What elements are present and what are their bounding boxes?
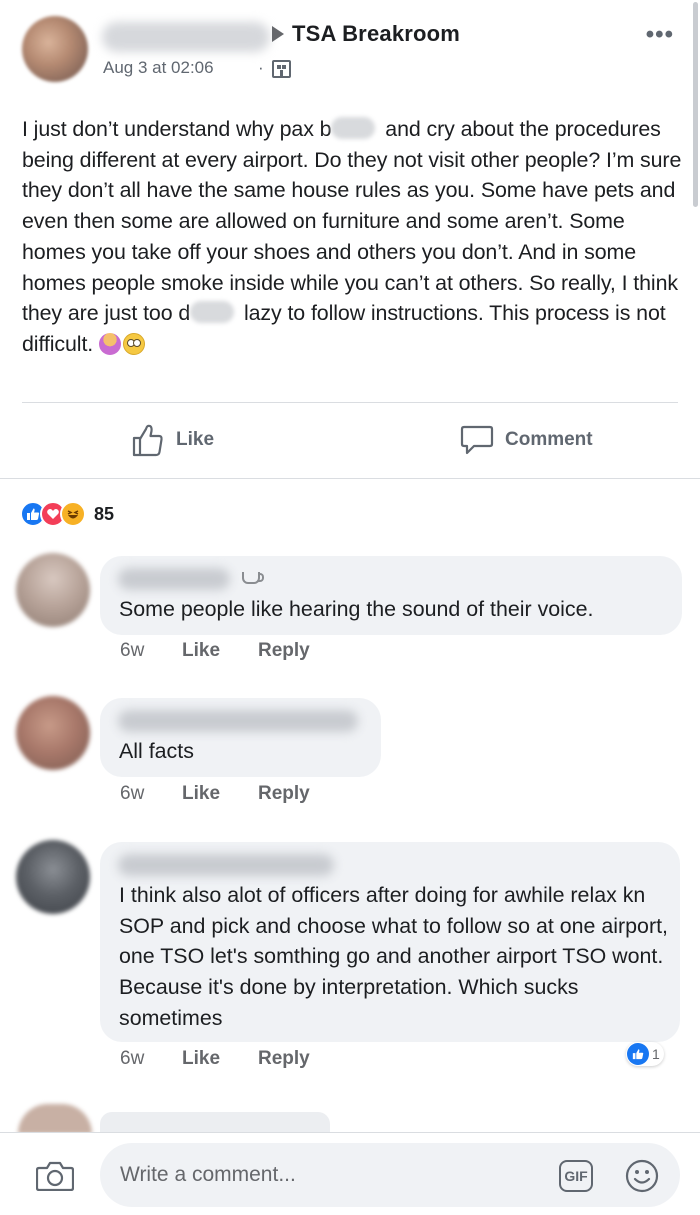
comment-bubble: Some people like hearing the sound of th…: [100, 556, 682, 635]
censored-word: [331, 117, 376, 139]
comment-bubble: I think also alot of officers after doin…: [100, 842, 680, 1042]
group-name-link[interactable]: TSA Breakroom: [292, 21, 460, 47]
divider: [22, 402, 678, 403]
comment-time[interactable]: 6w: [120, 1048, 182, 1070]
camera-icon[interactable]: [36, 1161, 74, 1191]
group-privacy-icon: [272, 60, 291, 78]
comment-reaction-badge[interactable]: 1: [626, 1042, 664, 1066]
divider: [0, 478, 700, 479]
comment-meta: 6w Like Reply: [120, 640, 310, 662]
more-options-icon[interactable]: •••: [646, 23, 674, 47]
post-text-part: and cry about the procedures being diffe…: [22, 117, 682, 326]
commenter-avatar[interactable]: [16, 696, 90, 770]
like-button[interactable]: Like: [132, 420, 214, 460]
post-body: I just don’t understand why pax b and cr…: [22, 114, 682, 360]
post-timestamp[interactable]: Aug 3 at 02:06: [103, 58, 214, 78]
haha-reaction-icon: [60, 501, 86, 527]
author-name-redacted[interactable]: [102, 22, 270, 52]
person-gesturing-emoji-icon: [98, 332, 121, 355]
comment-composer: GIF: [0, 1132, 700, 1215]
comment-reply-button[interactable]: Reply: [258, 1048, 310, 1070]
post-text-part: I just don’t understand why pax b: [22, 117, 332, 141]
comment-time[interactable]: 6w: [120, 640, 182, 662]
comment-reply-button[interactable]: Reply: [258, 640, 310, 662]
commenter-avatar[interactable]: [16, 553, 90, 627]
commenter-avatar[interactable]: [18, 1104, 92, 1134]
gif-icon[interactable]: GIF: [559, 1160, 593, 1192]
comment-meta: 6w Like Reply: [120, 1048, 310, 1070]
comment-reaction-count: 1: [652, 1046, 660, 1062]
comment-like-button[interactable]: Like: [182, 640, 258, 662]
arrow-right-icon: [272, 26, 284, 42]
comment-label: Comment: [505, 429, 593, 450]
like-reaction-icon: [627, 1043, 649, 1065]
commenter-name-redacted[interactable]: [118, 710, 358, 732]
post-header: TSA Breakroom Aug 3 at 02:06 · •••: [22, 16, 682, 88]
comment-input[interactable]: [120, 1163, 540, 1187]
commenter-avatar[interactable]: [16, 840, 90, 914]
emoji-smile-icon[interactable]: [625, 1159, 659, 1193]
separator-dot: ·: [258, 58, 264, 77]
author-avatar[interactable]: [22, 16, 88, 82]
reactions-summary[interactable]: 85: [20, 500, 114, 528]
comment-bubble: All facts: [100, 698, 381, 777]
reaction-count: 85: [94, 503, 115, 524]
comment-input-container[interactable]: GIF: [100, 1143, 680, 1207]
like-label: Like: [176, 429, 215, 450]
comment-reply-button[interactable]: Reply: [258, 783, 310, 805]
commenter-name-redacted[interactable]: [118, 568, 230, 590]
comment-button[interactable]: Comment: [460, 420, 593, 460]
comment-text: All facts: [119, 739, 194, 763]
comment-meta: 6w Like Reply: [120, 783, 310, 805]
comment-bubble-icon: [460, 425, 494, 455]
comment-like-button[interactable]: Like: [182, 783, 258, 805]
face-rolling-eyes-emoji-icon: [122, 332, 145, 355]
comment-bubble: [100, 1112, 330, 1134]
scrollbar[interactable]: [693, 2, 698, 207]
coffee-badge-icon: [242, 572, 264, 584]
thumbs-up-icon: [132, 424, 163, 457]
comment-text: I think also alot of officers after doin…: [119, 883, 668, 1030]
commenter-name-redacted[interactable]: [118, 854, 334, 876]
comment-text: Some people like hearing the sound of th…: [119, 597, 594, 621]
comment-like-button[interactable]: Like: [182, 1048, 258, 1070]
censored-word: [190, 301, 235, 324]
comment-time[interactable]: 6w: [120, 783, 182, 805]
